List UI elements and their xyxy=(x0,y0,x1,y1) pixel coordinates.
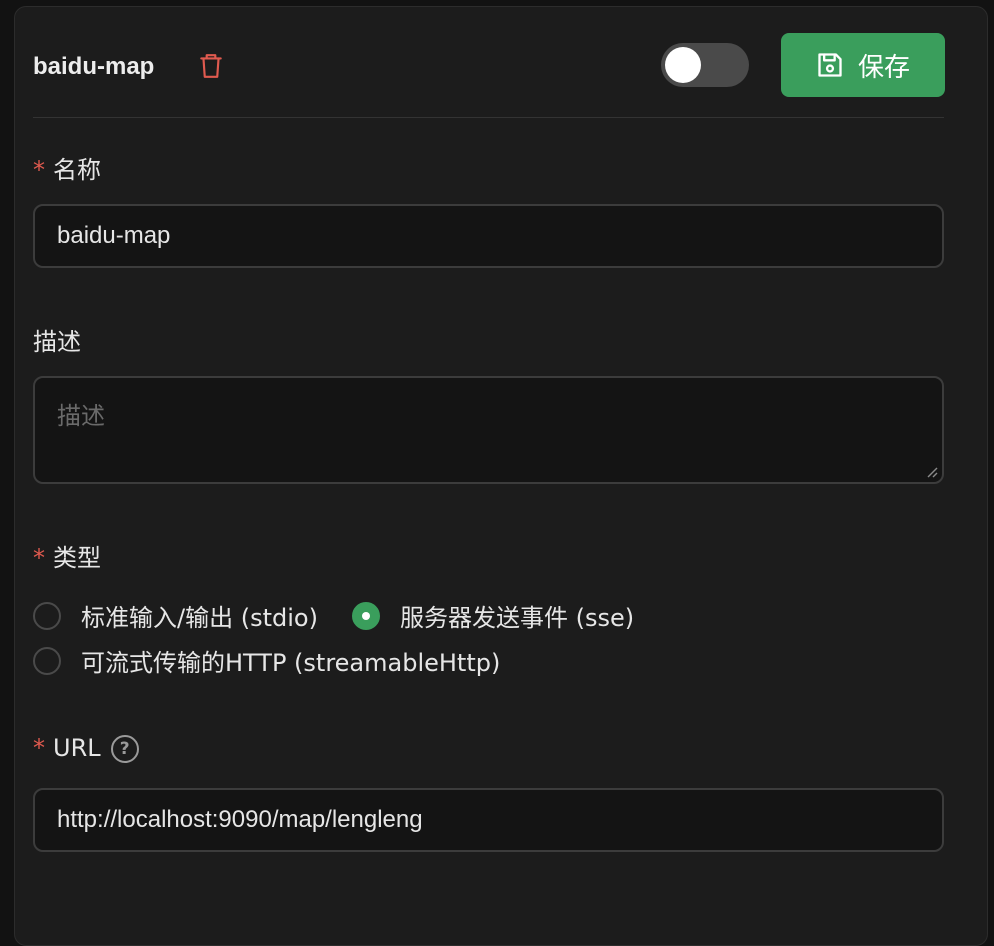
radio-option-streamable-http[interactable]: 可流式传输的HTTP (streamableHttp) xyxy=(33,643,500,678)
type-label: * 类型 xyxy=(33,538,101,573)
type-radio-group-row2: 可流式传输的HTTP (streamableHttp) xyxy=(33,643,534,678)
header-divider xyxy=(33,117,944,118)
description-placeholder: 描述 xyxy=(57,403,105,430)
description-textarea[interactable]: 描述 xyxy=(33,376,944,484)
radio-option-sse[interactable]: 服务器发送事件 (sse) xyxy=(351,598,635,633)
type-label-text: 类型 xyxy=(53,544,101,572)
required-mark: * xyxy=(33,156,45,184)
save-button-label: 保存 xyxy=(857,52,910,83)
trash-icon[interactable] xyxy=(198,52,224,80)
name-label-text: 名称 xyxy=(53,156,101,184)
radio-button-checked[interactable] xyxy=(351,601,380,630)
name-input-value: baidu-map xyxy=(57,222,171,249)
save-icon xyxy=(818,53,842,77)
toggle-knob xyxy=(665,47,701,83)
url-label: * URL? xyxy=(33,734,139,763)
radio-label: 可流式传输的HTTP (streamableHttp) xyxy=(81,649,501,677)
url-input-value: http://localhost:9090/map/lengleng xyxy=(57,806,423,833)
type-radio-group: 标准输入/输出 (stdio) 服务器发送事件 (sse) xyxy=(33,598,668,633)
save-button[interactable]: 保存 xyxy=(781,33,945,97)
header: baidu-map 保存 xyxy=(33,33,945,117)
radio-button[interactable] xyxy=(33,646,61,675)
radio-option-stdio[interactable]: 标准输入/输出 (stdio) xyxy=(33,598,318,633)
description-label: 描述 xyxy=(33,328,81,356)
radio-label: 服务器发送事件 (sse) xyxy=(399,604,635,632)
url-label-text: URL xyxy=(53,734,101,762)
url-input[interactable]: http://localhost:9090/map/lengleng xyxy=(33,788,944,852)
required-mark: * xyxy=(33,734,45,762)
server-title: baidu-map xyxy=(33,53,155,80)
radio-button[interactable] xyxy=(33,601,61,630)
required-mark: * xyxy=(33,544,45,572)
enable-toggle[interactable] xyxy=(661,43,749,87)
radio-label: 标准输入/输出 (stdio) xyxy=(81,604,318,632)
help-icon[interactable]: ? xyxy=(110,735,139,763)
name-input[interactable]: baidu-map xyxy=(33,204,944,268)
name-label: * 名称 xyxy=(33,150,101,185)
resize-handle-icon[interactable] xyxy=(926,466,938,478)
